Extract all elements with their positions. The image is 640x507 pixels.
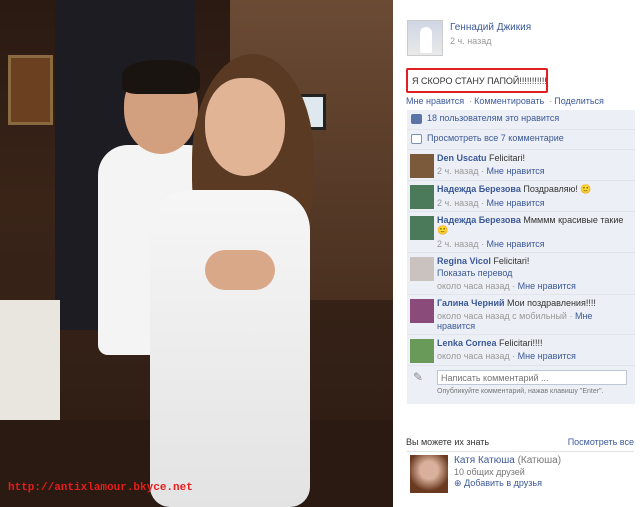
- view-comments-row[interactable]: Просмотреть все 7 комментарие: [407, 130, 635, 150]
- comment-text: Felicitari!!!!: [499, 338, 543, 348]
- author-name[interactable]: Геннадий Джикия: [450, 22, 630, 33]
- add-friend-link[interactable]: ⊕ Добавить в друзья: [454, 478, 542, 489]
- divider: [406, 451, 634, 452]
- comment-meta: 2 ч. назад · Мне нравится: [437, 239, 545, 249]
- commenter-avatar[interactable]: [410, 299, 434, 323]
- suggested-person-name-row: Катя Катюша (Катюша): [454, 455, 561, 466]
- author-avatar[interactable]: [407, 20, 443, 56]
- commenter-name[interactable]: Надежда Березова: [437, 215, 521, 225]
- mutual-friends[interactable]: 10 общих друзей: [454, 467, 525, 477]
- suggested-person-avatar[interactable]: [410, 455, 448, 493]
- people-you-may-know-header: Вы можете их знать Посмотреть все: [406, 437, 634, 451]
- commenter-avatar[interactable]: [410, 154, 434, 178]
- comment-item: Надежда Березова Поздравляю! 🙂 2 ч. наза…: [407, 181, 635, 212]
- suggestions-title: Вы можете их знать: [406, 437, 490, 447]
- comment-meta: около часа назад с мобильный · Мне нрави…: [437, 311, 593, 331]
- post-sidebar: Геннадий Джикия 2 ч. назад Я СКОРО СТАНУ…: [393, 0, 640, 507]
- thumbs-up-icon: [411, 114, 422, 124]
- groom-hair: [122, 60, 200, 94]
- comment-time[interactable]: 2 ч. назад: [437, 239, 478, 249]
- bride-face: [205, 78, 285, 176]
- separator-dot: ·: [469, 96, 473, 106]
- comment-text: Мои поздравления!!!!: [507, 298, 596, 308]
- comment-input[interactable]: [437, 370, 627, 385]
- comment-like-link[interactable]: Мне нравится: [518, 281, 576, 291]
- comment-meta: 2 ч. назад · Мне нравится: [437, 166, 545, 176]
- comment-like-link[interactable]: Мне нравится: [486, 198, 544, 208]
- comment-time[interactable]: около часа назад: [437, 281, 510, 291]
- show-translation-link[interactable]: Показать перевод: [437, 268, 631, 278]
- comment-item: Regina Vicol Felicitari! Показать перево…: [407, 253, 635, 295]
- comment-meta: около часа назад · Мне нравится: [437, 281, 576, 291]
- comment-bubble-icon: [411, 134, 422, 144]
- comment-item: Lenka Cornea Felicitari!!!! около часа н…: [407, 335, 635, 366]
- comment-time[interactable]: около часа назад: [437, 351, 510, 361]
- suggested-person-name[interactable]: Катя Катюша: [454, 455, 515, 466]
- commenter-name[interactable]: Надежда Березова: [437, 184, 521, 194]
- commenter-name[interactable]: Regina Vicol: [437, 256, 491, 266]
- post-text-highlight: Я СКОРО СТАНУ ПАПОЙ!!!!!!!!!!!: [406, 68, 548, 93]
- comment-text: Felicitari!: [493, 256, 530, 266]
- pencil-icon: ✎: [413, 370, 424, 384]
- watermark: http://antixlamour.bkyce.net: [8, 482, 193, 494]
- see-all-link[interactable]: Посмотреть все: [568, 437, 634, 447]
- hands: [205, 250, 275, 290]
- comment-meta: около часа назад · Мне нравится: [437, 351, 576, 361]
- comment-item: Галина Черний Мои поздравления!!!! около…: [407, 295, 635, 335]
- like-link[interactable]: Мне нравится: [406, 96, 464, 106]
- likes-row[interactable]: 18 пользователям это нравится: [407, 110, 635, 130]
- suggested-person-alt-name: (Катюша): [517, 455, 562, 466]
- comment-text: Поздравляю! 🙂: [523, 184, 592, 194]
- comment-time[interactable]: 2 ч. назад: [437, 198, 478, 208]
- comment-meta: 2 ч. назад · Мне нравится: [437, 198, 545, 208]
- post-actions: Мне нравится · Комментировать · Поделиться: [406, 96, 631, 106]
- commenter-avatar[interactable]: [410, 216, 434, 240]
- add-friend-icon: ⊕: [454, 478, 462, 488]
- wedding-photo: http://antixlamour.bkyce.net: [0, 0, 393, 507]
- comment-like-link[interactable]: Мне нравится: [518, 351, 576, 361]
- likes-count[interactable]: 18 пользователям это нравится: [427, 113, 559, 123]
- comment-item: Надежда Березова Ммммм красивые такие 🙂 …: [407, 212, 635, 253]
- commenter-avatar[interactable]: [410, 339, 434, 363]
- add-friend-label[interactable]: Добавить в друзья: [464, 478, 542, 488]
- background-table: [0, 300, 60, 430]
- comment-like-link[interactable]: Мне нравится: [486, 166, 544, 176]
- commenter-name[interactable]: Галина Черний: [437, 298, 505, 308]
- comment-link[interactable]: Комментировать: [474, 96, 544, 106]
- comments-feed: 18 пользователям это нравится Просмотрет…: [407, 110, 635, 404]
- post-time[interactable]: 2 ч. назад: [450, 36, 550, 46]
- suggestion-card: Катя Катюша (Катюша) 10 общих друзей ⊕ Д…: [410, 455, 630, 503]
- comment-like-link[interactable]: Мне нравится: [486, 239, 544, 249]
- bride-dress: [150, 190, 310, 507]
- commenter-name[interactable]: Den Uscatu: [437, 153, 487, 163]
- share-link[interactable]: Поделиться: [554, 96, 604, 106]
- wall-picture: [8, 55, 53, 125]
- view-all-comments[interactable]: Просмотреть все 7 комментарие: [427, 133, 564, 143]
- comment-time[interactable]: около часа назад с мобильный: [437, 311, 567, 321]
- enter-hint: Опубликуйте комментарий, нажав клавишу "…: [437, 388, 604, 395]
- comment-composer: ✎ Опубликуйте комментарий, нажав клавишу…: [407, 366, 635, 404]
- comment-text: Felicitari!: [489, 153, 526, 163]
- comment-time[interactable]: 2 ч. назад: [437, 166, 478, 176]
- comment-item: Den Uscatu Felicitari! 2 ч. назад · Мне …: [407, 150, 635, 181]
- commenter-avatar[interactable]: [410, 185, 434, 209]
- commenter-avatar[interactable]: [410, 257, 434, 281]
- separator-dot: ·: [549, 96, 553, 106]
- commenter-name[interactable]: Lenka Cornea: [437, 338, 497, 348]
- post-text: Я СКОРО СТАНУ ПАПОЙ!!!!!!!!!!!: [412, 76, 547, 86]
